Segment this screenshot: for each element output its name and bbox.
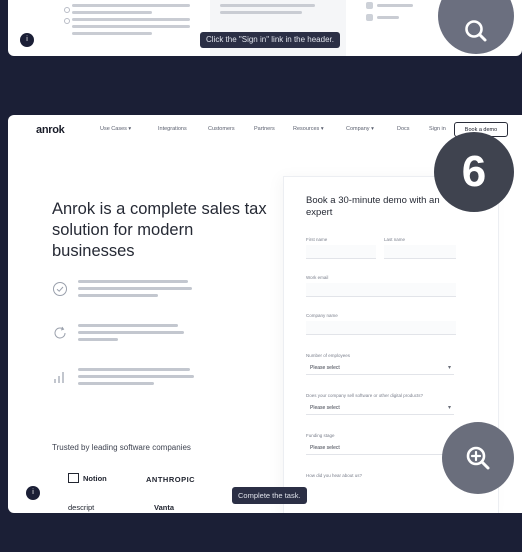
feature-item <box>52 367 212 397</box>
trusted-by-heading: Trusted by leading software companies <box>52 443 191 452</box>
feature-item <box>52 279 212 309</box>
employees-select[interactable]: Please select <box>306 361 454 375</box>
nav-company[interactable]: Company ▾ <box>346 126 374 132</box>
last-name-input[interactable] <box>384 245 456 259</box>
label-digital-products: Does your company sell software or other… <box>306 393 424 398</box>
bar-chart-icon <box>54 372 64 383</box>
company-name-input[interactable] <box>306 321 456 335</box>
label-how-heard: How did you hear about us? <box>306 473 363 478</box>
work-email-input[interactable] <box>306 283 456 297</box>
label-employees: Number of employees <box>306 353 351 358</box>
notion-logo-icon <box>68 473 79 483</box>
first-name-input[interactable] <box>306 245 376 259</box>
previous-step-column-left <box>62 0 196 56</box>
checkbox-icon <box>64 18 70 24</box>
refresh-icon <box>54 326 66 339</box>
zoom-in-icon <box>465 20 487 42</box>
nav-integrations[interactable]: Integrations <box>158 126 187 132</box>
zoom-button[interactable] <box>442 422 514 494</box>
nav-resources[interactable]: Resources ▾ <box>293 126 324 132</box>
anrok-logo[interactable]: anrok <box>36 124 65 136</box>
nav-partners[interactable]: Partners <box>254 126 275 132</box>
step-number-badge: 6 <box>434 132 514 212</box>
nav-use-cases[interactable]: Use Cases ▾ <box>100 126 131 132</box>
step-indicator[interactable]: i <box>20 33 34 47</box>
funding-stage-select[interactable]: Please select <box>306 441 454 455</box>
step-tooltip: Click the "Sign in" link in the header. <box>200 32 340 48</box>
brand-logo-descript: descript <box>68 503 95 512</box>
label-company-name: Company name <box>306 313 338 318</box>
label-last-name: Last name <box>384 237 406 242</box>
checkbox-icon <box>64 7 70 13</box>
digital-products-select[interactable]: Please select <box>306 401 454 415</box>
feature-item <box>52 323 212 353</box>
brand-logo-notion: Notion <box>68 473 107 483</box>
label-work-email: Work email <box>306 275 329 280</box>
shield-check-icon <box>53 282 67 296</box>
form-title: Book a 30-minute demo with an expert <box>306 195 440 218</box>
zoom-in-icon <box>466 446 490 470</box>
brand-logo-vanta: Vanta <box>154 503 175 512</box>
label-funding-stage: Funding stage <box>306 433 335 438</box>
label-first-name: First name <box>306 237 328 242</box>
nav-docs[interactable]: Docs <box>397 126 410 132</box>
step-indicator[interactable]: i <box>26 486 40 500</box>
hero-title: Anrok is a complete sales tax solution f… <box>52 200 267 260</box>
nav-sign-in[interactable]: Sign in <box>429 126 446 132</box>
nav-customers[interactable]: Customers <box>208 126 235 132</box>
task-tooltip: Complete the task. <box>232 487 307 504</box>
site-header: anrok Use Cases ▾ Integrations Customers… <box>8 115 522 145</box>
brand-logo-anthropic: ANTHROPIC <box>146 475 196 484</box>
